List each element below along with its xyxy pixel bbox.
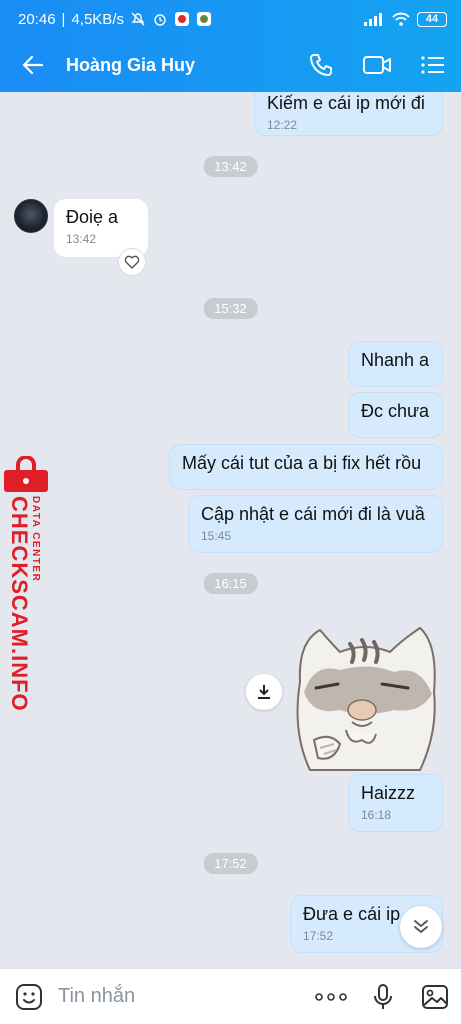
menu-button[interactable]: [405, 38, 461, 92]
video-camera-icon: [363, 56, 391, 74]
image-icon: [422, 984, 448, 1009]
more-dots-icon: [315, 992, 347, 1001]
list-menu-icon: [421, 56, 444, 74]
voice-message-button[interactable]: [357, 983, 409, 1011]
message-outgoing[interactable]: Mấy cái tut của a bị fix hết rồu: [169, 444, 443, 490]
microphone-icon: [374, 983, 392, 1009]
message-time: 12:22: [267, 118, 298, 132]
checkscam-watermark: CHECKSCAM.INFO DATA CENTER: [2, 456, 52, 712]
time-separator: 16:15: [203, 573, 258, 594]
mute-icon: [131, 12, 145, 26]
watermark-sub: DATA CENTER: [30, 496, 41, 583]
message-text: Đưa e cái ip: [303, 904, 401, 924]
back-button[interactable]: [0, 38, 66, 92]
time-separator: 15:32: [203, 298, 258, 319]
signal-icon: [364, 13, 382, 26]
phone-icon: [310, 54, 332, 76]
video-call-button[interactable]: [349, 38, 405, 92]
contact-name[interactable]: Hoàng Gia Huy: [66, 55, 195, 76]
download-icon: [258, 685, 270, 699]
more-options-button[interactable]: [305, 992, 357, 1001]
cat-sticker[interactable]: [290, 622, 440, 772]
message-text: Đc chưa: [361, 401, 430, 421]
message-text: Nhanh a: [361, 350, 430, 370]
message-text: Đoiẹ a: [66, 207, 119, 227]
app-notification-icon: [174, 12, 189, 26]
message-text: Cập nhật e cái mới đi là vuầ: [201, 504, 425, 524]
chat-messages[interactable]: Kiếm e cái ip mới đi 12:22 13:42 Đoiẹ a …: [0, 92, 461, 968]
heart-icon: [124, 255, 140, 269]
message-outgoing[interactable]: Kiếm e cái ip mới đi 12:22: [254, 92, 443, 136]
react-button[interactable]: [118, 248, 146, 276]
image-picker-button[interactable]: [409, 984, 461, 1010]
contact-avatar[interactable]: [14, 199, 48, 233]
message-outgoing[interactable]: Cập nhật e cái mới đi là vuầ 15:45: [188, 495, 443, 553]
back-arrow-icon: [22, 55, 44, 75]
status-bar: 20:46 | 4,5KB/s 44: [0, 0, 461, 38]
emoji-icon: [16, 983, 42, 1010]
message-text: Kiếm e cái ip mới đi: [267, 93, 425, 113]
message-outgoing[interactable]: Đc chưa: [348, 392, 443, 438]
message-outgoing[interactable]: Nhanh a: [348, 341, 443, 387]
status-time: 20:46: [18, 10, 56, 28]
message-time: 13:42: [66, 232, 97, 246]
wifi-icon: [392, 12, 410, 26]
emoji-button[interactable]: [0, 983, 58, 1011]
network-speed: 4,5KB/s: [71, 10, 124, 28]
scroll-to-bottom-button[interactable]: [400, 906, 442, 948]
watermark-main: CHECKSCAM.INFO: [7, 496, 32, 712]
download-sticker-button[interactable]: [246, 674, 282, 710]
padlock-icon: [4, 456, 48, 492]
chat-header: Hoàng Gia Huy: [0, 38, 461, 92]
alarm-icon: [154, 14, 166, 26]
message-outgoing[interactable]: Haizzz 16:18: [348, 774, 443, 832]
message-text: Haizzz: [361, 783, 416, 803]
time-separator: 17:52: [203, 853, 258, 874]
message-time: 16:18: [361, 808, 392, 822]
message-input[interactable]: Tin nhắn: [58, 985, 305, 1008]
double-chevron-down-icon: [414, 920, 428, 933]
battery-icon: 44: [417, 11, 447, 27]
voice-call-button[interactable]: [293, 38, 349, 92]
message-input-bar: Tin nhắn: [0, 968, 461, 1024]
time-separator: 13:42: [203, 156, 258, 177]
message-text: Mấy cái tut của a bị fix hết rồu: [182, 453, 422, 473]
message-time: 15:45: [201, 529, 232, 543]
browser-notification-icon: [196, 12, 211, 26]
